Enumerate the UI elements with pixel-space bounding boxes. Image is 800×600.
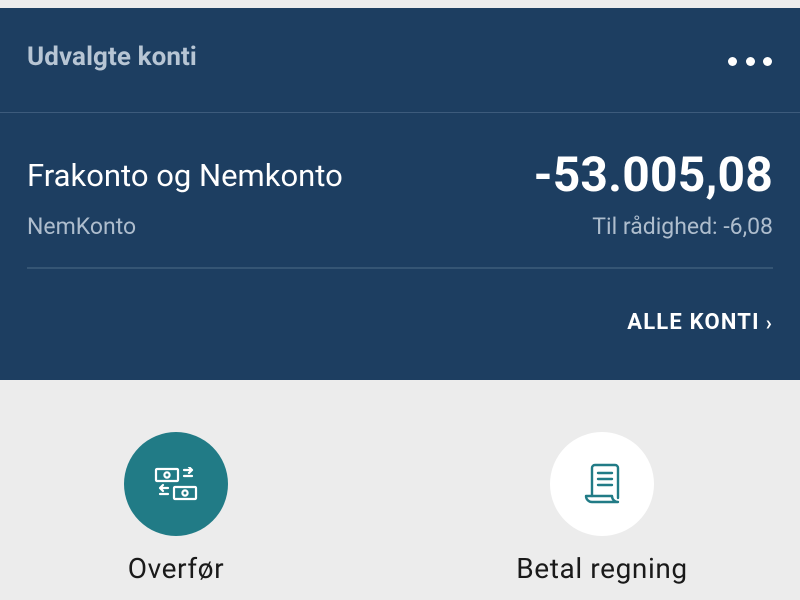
more-options-button[interactable]	[728, 50, 772, 72]
all-accounts-label: ALLE KONTI	[627, 310, 760, 335]
quick-actions: Overfør Betal regning	[0, 380, 800, 600]
selected-accounts-card: Udvalgte konti Frakonto og Nemkonto NemK…	[0, 8, 800, 380]
top-strip	[0, 0, 800, 8]
transfer-icon-circle	[124, 432, 228, 536]
account-type: NemKonto	[27, 213, 137, 240]
account-available-amount: Til rådighed: -6,08	[592, 213, 773, 240]
account-balance: -53.005,08	[533, 146, 773, 203]
card-header: Udvalgte konti	[0, 8, 800, 112]
all-accounts-link[interactable]: ALLE KONTI ›	[627, 310, 773, 335]
more-horizontal-icon	[728, 56, 737, 66]
more-horizontal-icon	[745, 56, 755, 66]
pay-bill-icon-circle	[550, 432, 654, 536]
pay-bill-button[interactable]: Betal regning	[502, 432, 702, 585]
chevron-right-icon: ›	[765, 310, 773, 335]
bill-receipt-icon	[584, 463, 620, 504]
transfer-label: Overfør	[127, 552, 225, 585]
money-transfer-icon	[154, 467, 198, 501]
transfer-button[interactable]: Overfør	[76, 432, 276, 585]
account-row[interactable]: Frakonto og Nemkonto NemKonto -53.005,08…	[0, 113, 800, 267]
more-horizontal-icon	[763, 56, 772, 66]
account-name: Frakonto og Nemkonto	[27, 157, 343, 194]
pay-bill-label: Betal regning	[516, 552, 688, 585]
card-title: Udvalgte konti	[27, 42, 197, 72]
divider	[27, 267, 773, 269]
